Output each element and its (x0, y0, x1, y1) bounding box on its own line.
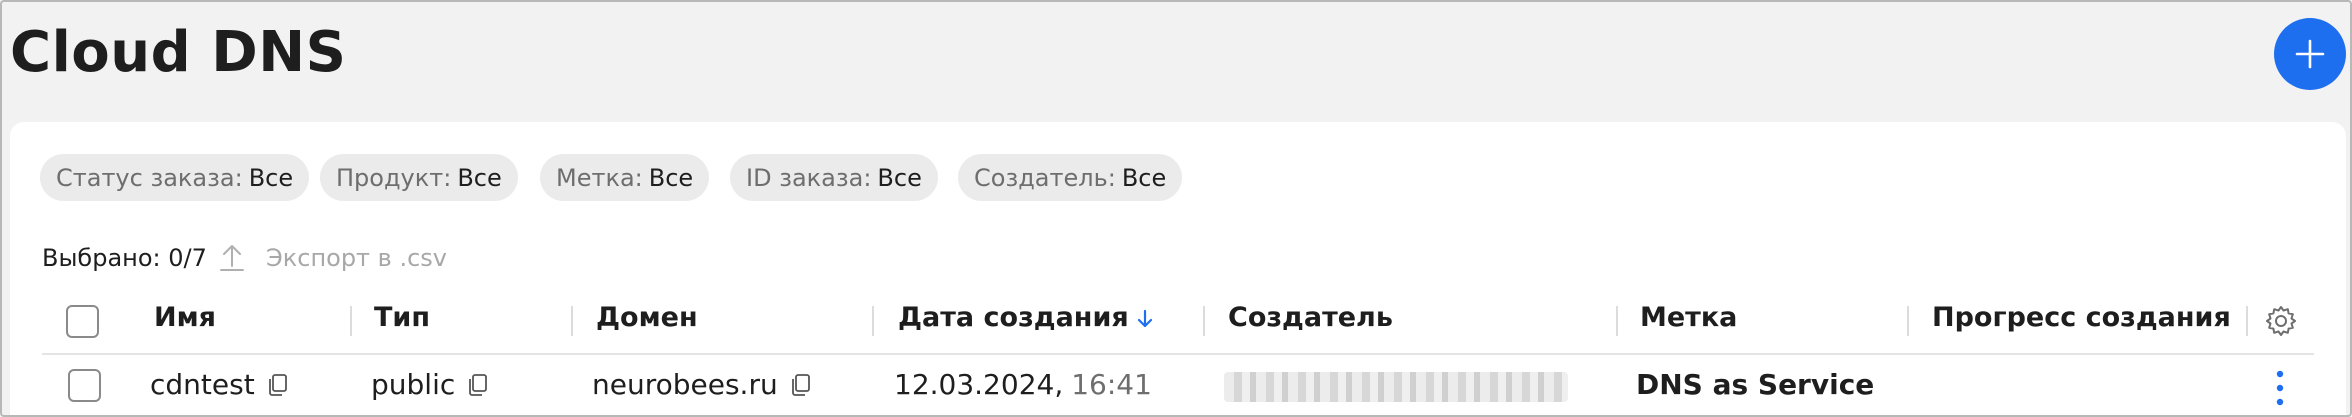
filter-value: Все (877, 163, 922, 192)
cell-type: public (371, 368, 489, 401)
cell-tag: DNS as Service (1636, 368, 1874, 401)
creator-redacted (1224, 372, 1568, 402)
plus-icon (2295, 39, 2325, 69)
filter-label: Продукт: (336, 163, 452, 192)
column-header-domain[interactable]: Домен (596, 302, 698, 333)
row-domain: neurobees.ru (592, 368, 778, 401)
cell-domain: neurobees.ru (592, 368, 812, 401)
kebab-menu-icon[interactable] (2270, 368, 2290, 408)
add-button[interactable] (2274, 18, 2346, 90)
row-time: 16:41 (1071, 368, 1152, 401)
copy-icon[interactable] (467, 373, 489, 397)
upload-icon (220, 245, 244, 271)
row-tag: DNS as Service (1636, 368, 1875, 401)
select-all-checkbox[interactable] (66, 305, 99, 338)
copy-icon[interactable] (267, 373, 289, 397)
filter-value: Все (1121, 163, 1167, 192)
filter-order-status[interactable]: Статус заказа: Все (40, 154, 310, 201)
row-checkbox[interactable] (68, 369, 101, 402)
column-divider[interactable] (350, 306, 352, 336)
filter-label: ID заказа: (746, 163, 872, 192)
filter-label: Статус заказа: (56, 163, 243, 192)
filter-tag[interactable]: Метка: Все (540, 154, 710, 201)
column-divider[interactable] (872, 306, 874, 336)
row-name[interactable]: cdntest (150, 368, 255, 401)
filter-label: Метка: (556, 163, 643, 192)
column-header-type[interactable]: Тип (374, 302, 430, 333)
sort-down-arrow-icon (1137, 309, 1152, 327)
row-date: 12.03.2024, (894, 368, 1064, 401)
filter-order-id[interactable]: ID заказа: Все (730, 154, 938, 201)
column-header-created-date[interactable]: Дата создания (898, 302, 1155, 333)
gear-icon[interactable] (2264, 304, 2298, 338)
filter-creator[interactable]: Создатель: Все (958, 154, 1183, 201)
filter-product[interactable]: Продукт: Все (320, 154, 518, 201)
table-header-divider (42, 353, 2314, 355)
row-type: public (371, 368, 456, 401)
column-header-label: Дата создания (898, 302, 1129, 333)
selected-count: Выбрано: 0/7 (42, 244, 207, 272)
copy-icon[interactable] (790, 373, 812, 397)
column-header-tag[interactable]: Метка (1640, 302, 1737, 333)
column-divider[interactable] (1616, 306, 1618, 336)
filter-value: Все (648, 163, 694, 192)
page-title: Cloud DNS (10, 20, 347, 85)
column-header-name[interactable]: Имя (154, 302, 216, 333)
cell-created-date: 12.03.2024, 16:41 (894, 368, 1152, 401)
export-csv-button[interactable]: Экспорт в .csv (266, 244, 447, 272)
column-divider[interactable] (1907, 306, 1909, 336)
filter-value: Все (457, 163, 502, 192)
column-header-creator[interactable]: Создатель (1228, 302, 1393, 333)
app-window: Cloud DNS Статус заказа: Все Продукт: Вс… (0, 0, 2352, 417)
column-divider[interactable] (2246, 306, 2248, 336)
column-header-progress[interactable]: Прогресс создания (1932, 302, 2231, 333)
cell-name: cdntest (150, 368, 289, 401)
filter-value: Все (248, 163, 294, 192)
column-divider[interactable] (571, 306, 573, 336)
filter-label: Создатель: (974, 163, 1116, 192)
column-divider[interactable] (1203, 306, 1205, 336)
